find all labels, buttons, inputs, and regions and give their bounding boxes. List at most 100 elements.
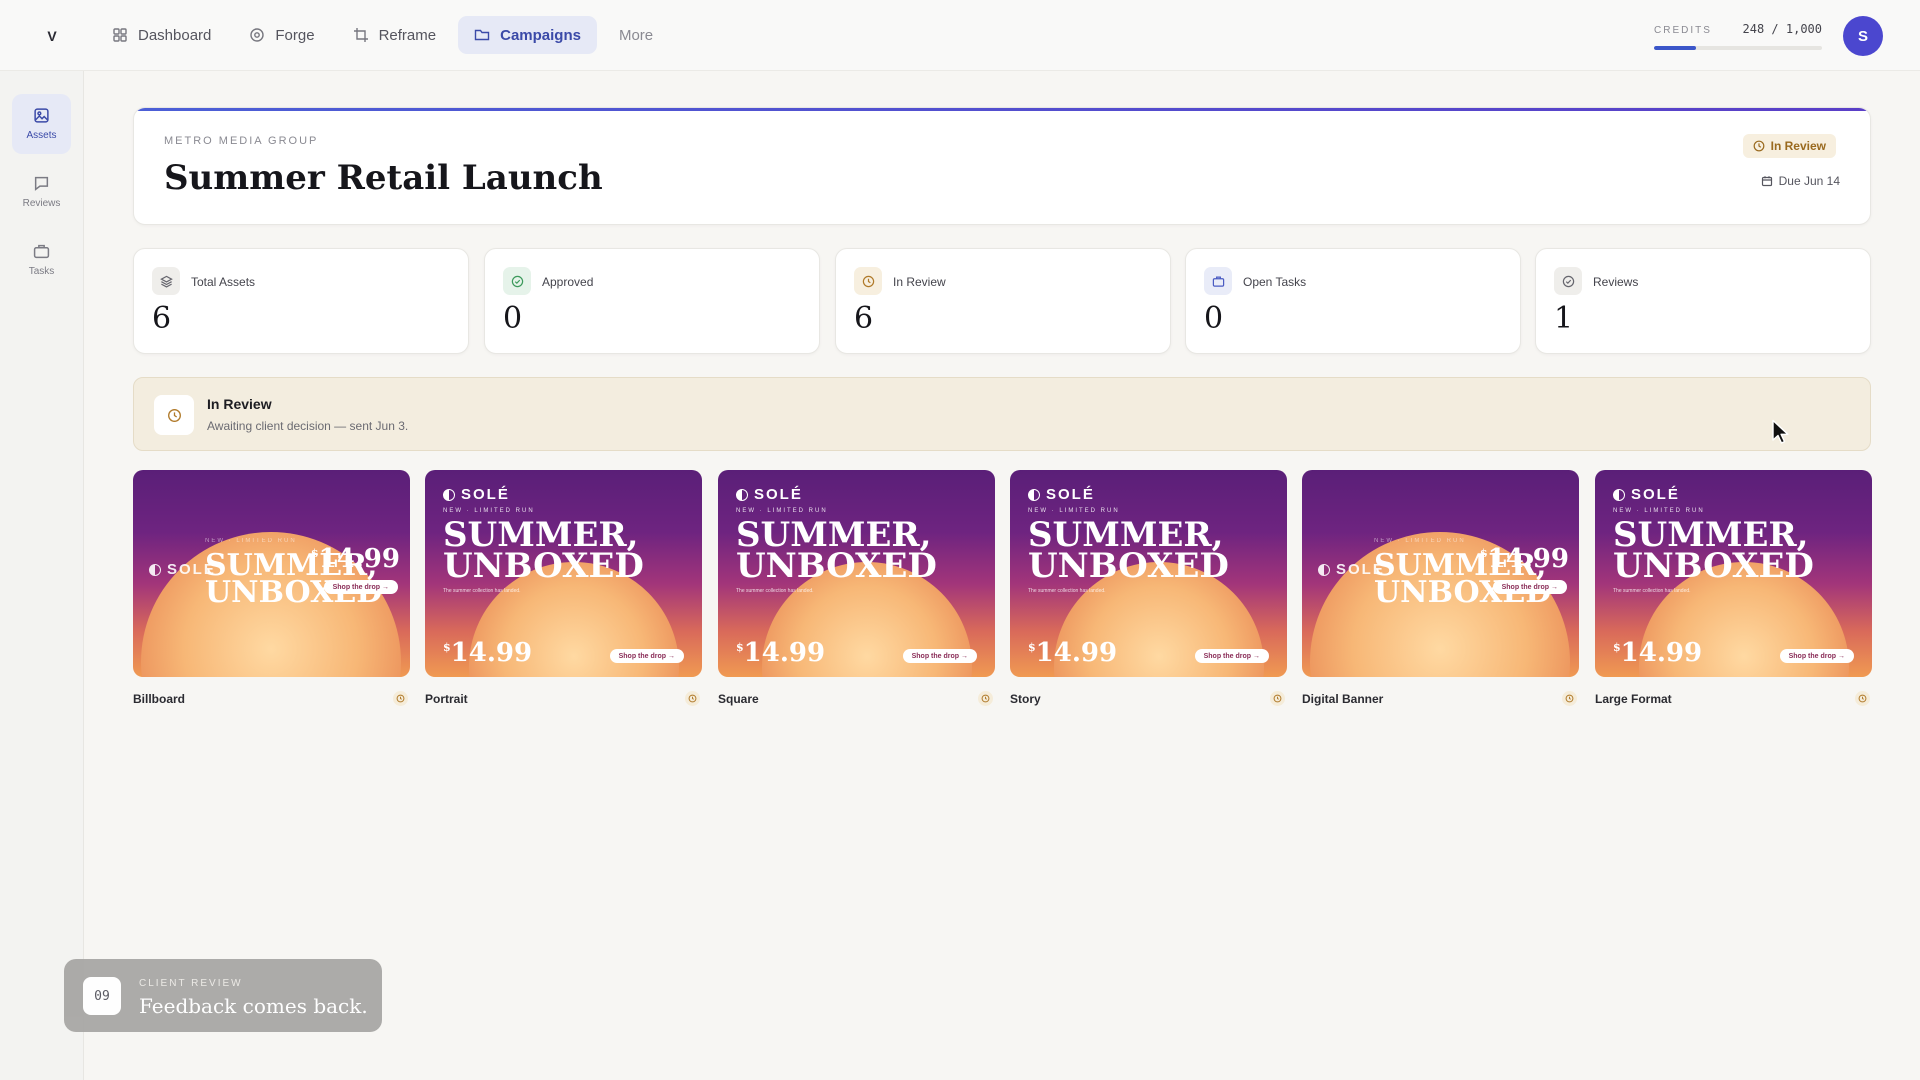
asset-footer: Large Format: [1595, 691, 1872, 706]
asset-name: Billboard: [133, 691, 186, 706]
creative-headline: SUMMER, UNBOXED: [1613, 518, 1814, 582]
stat-reviews: Reviews 1: [1535, 248, 1871, 354]
clock-icon: [1858, 694, 1867, 703]
crop-icon: [353, 28, 368, 42]
sidebar-item-assets[interactable]: Assets: [12, 94, 71, 154]
stat-value: 6: [854, 301, 874, 336]
stat-icon-wrap: [152, 267, 180, 295]
creative-headline: SUMMER, UNBOXED: [1028, 518, 1229, 582]
clock-icon: [862, 275, 874, 287]
sidebar-item-label: Reviews: [22, 198, 61, 209]
nav-reframe[interactable]: Reframe: [337, 16, 453, 54]
clock-icon: [167, 408, 181, 422]
briefcase-icon: [1212, 276, 1224, 287]
creative-cta: Shop the drop →: [1492, 580, 1567, 594]
credits-meter: CREDITS 248 / 1,000: [1654, 22, 1822, 50]
creative-tagline: NEW · LIMITED RUN: [1374, 538, 1466, 544]
asset-footer: Portrait: [425, 691, 702, 706]
toast-step-number: 09: [83, 977, 121, 1015]
stat-value: 0: [1204, 301, 1224, 336]
toast-message: Feedback comes back.: [139, 994, 368, 1018]
creative-tagline: NEW · LIMITED RUN: [205, 538, 297, 544]
creative-blurb: The summer collection has landed.: [443, 588, 521, 594]
price-currency: $: [736, 641, 744, 654]
nav-label: Forge: [275, 26, 315, 44]
stat-open-tasks: Open Tasks 0: [1185, 248, 1521, 354]
asset-thumbnail[interactable]: SOLÉ NEW · LIMITED RUN SUMMER, UNBOXED T…: [1595, 470, 1872, 677]
nav-campaigns[interactable]: Campaigns: [458, 16, 597, 54]
stat-icon-wrap: [1554, 267, 1582, 295]
asset-name: Square: [718, 691, 759, 706]
nav-label: Dashboard: [138, 26, 212, 44]
nav-label: Campaigns: [500, 26, 581, 44]
price-amount: 14.99: [1035, 638, 1118, 668]
brand-mark-icon: [1613, 488, 1625, 501]
brand-text: SOLÉ: [1046, 486, 1095, 503]
creative-headline: SUMMER, UNBOXED: [736, 518, 937, 582]
nav-forge[interactable]: Forge: [233, 16, 330, 54]
asset-footer: Square: [718, 691, 995, 706]
stat-in-review: In Review 6: [835, 248, 1171, 354]
stat-label: Total Assets: [191, 275, 256, 289]
brand-text: SOLÉ: [461, 486, 510, 503]
asset-card[interactable]: SOLÉ NEW · LIMITED RUN SUMMER, UNBOXED T…: [1010, 470, 1287, 706]
asset-card[interactable]: SOLÉ NEW · LIMITED RUN SUMMER, UNBOXED T…: [425, 470, 702, 706]
asset-thumbnail[interactable]: SOLÉ NEW · LIMITED RUN SUMMER, UNBOXED $…: [133, 470, 410, 677]
asset-thumbnail[interactable]: SOLÉ NEW · LIMITED RUN SUMMER, UNBOXED T…: [1010, 470, 1287, 677]
headline-line-2: UNBOXED: [443, 545, 644, 586]
due-text: Due Jun 14: [1778, 174, 1840, 188]
stat-label: Approved: [542, 275, 594, 289]
asset-status: [393, 691, 408, 706]
asset-footer: Digital Banner: [1302, 691, 1579, 706]
creative-price: $14.99: [736, 638, 825, 668]
app-logo[interactable]: V: [40, 24, 64, 48]
credits-fill: [1654, 46, 1696, 50]
client-name: METRO MEDIA GROUP: [164, 135, 319, 147]
clock-icon: [981, 694, 990, 703]
banner-icon-wrap: [154, 395, 194, 435]
asset-thumbnail[interactable]: SOLÉ NEW · LIMITED RUN SUMMER, UNBOXED T…: [718, 470, 995, 677]
mouse-cursor-icon: [1772, 419, 1789, 444]
creative-price: $14.99: [311, 544, 400, 574]
brand-mark-icon: [149, 563, 161, 576]
banner-subtitle: Awaiting client decision — sent Jun 3.: [207, 419, 409, 433]
price-currency: $: [1613, 641, 1621, 654]
asset-card[interactable]: SOLÉ NEW · LIMITED RUN SUMMER, UNBOXED $…: [133, 470, 410, 706]
calendar-icon: [1761, 176, 1772, 187]
asset-card[interactable]: SOLÉ NEW · LIMITED RUN SUMMER, UNBOXED T…: [718, 470, 995, 706]
stat-value: 0: [503, 301, 523, 336]
price-amount: 14.99: [1620, 638, 1703, 668]
asset-footer: Billboard: [133, 691, 410, 706]
sidebar-item-reviews[interactable]: Reviews: [12, 162, 71, 222]
due-date: Due Jun 14: [1761, 174, 1840, 188]
grid-icon: [113, 28, 127, 42]
creative-cta: Shop the drop →: [609, 649, 684, 663]
asset-card[interactable]: SOLÉ NEW · LIMITED RUN SUMMER, UNBOXED $…: [1302, 470, 1579, 706]
asset-card[interactable]: SOLÉ NEW · LIMITED RUN SUMMER, UNBOXED T…: [1595, 470, 1872, 706]
stat-total-assets: Total Assets 6: [133, 248, 469, 354]
toast-kicker: CLIENT REVIEW: [139, 978, 243, 989]
asset-thumbnail[interactable]: SOLÉ NEW · LIMITED RUN SUMMER, UNBOXED T…: [425, 470, 702, 677]
brand-mark-icon: [1318, 563, 1330, 576]
credits-label: CREDITS: [1654, 25, 1712, 36]
nav-dashboard[interactable]: Dashboard: [96, 16, 227, 54]
asset-name: Portrait: [425, 691, 468, 706]
price-amount: 14.99: [450, 638, 533, 668]
user-avatar[interactable]: S: [1843, 16, 1883, 56]
asset-thumbnail[interactable]: SOLÉ NEW · LIMITED RUN SUMMER, UNBOXED $…: [1302, 470, 1579, 677]
credits-value: 248 / 1,000: [1742, 22, 1822, 36]
top-bar: V Dashboard Forge Reframe Campaigns More…: [0, 0, 1920, 71]
brand-mark-icon: [443, 488, 455, 501]
sidebar-item-tasks[interactable]: Tasks: [12, 230, 71, 290]
price-amount: 14.99: [318, 544, 400, 574]
creative-price: $14.99: [1480, 544, 1569, 574]
asset-status: [978, 691, 993, 706]
main-nav: Dashboard Forge Reframe Campaigns More: [96, 16, 669, 54]
asset-name: Story: [1010, 691, 1041, 706]
nav-more[interactable]: More: [603, 16, 669, 54]
stat-icon-wrap: [1204, 267, 1232, 295]
clock-icon: [1273, 694, 1282, 703]
banner-title: In Review: [207, 396, 272, 412]
stat-icon-wrap: [503, 267, 531, 295]
stat-label: Open Tasks: [1243, 275, 1307, 289]
